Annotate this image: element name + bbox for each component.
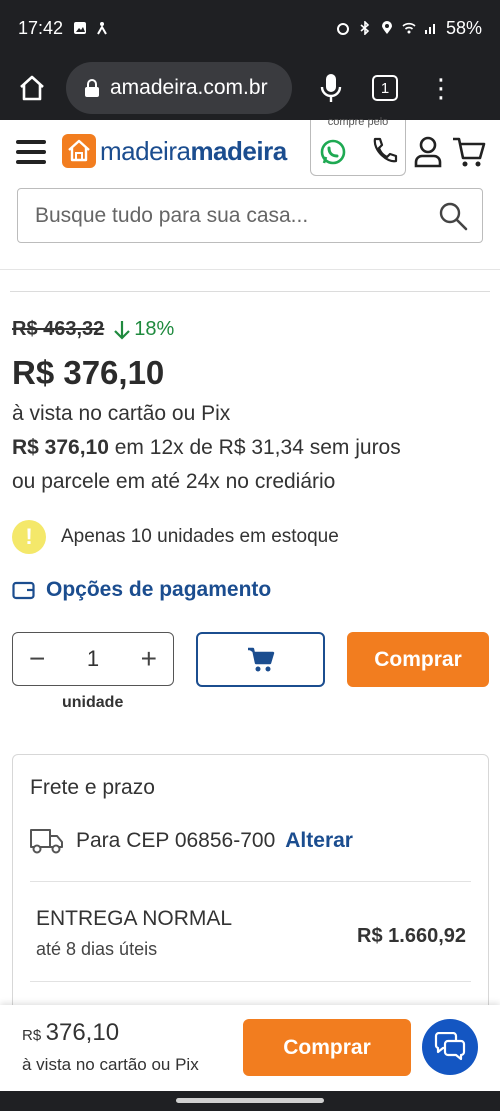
home-gesture-handle[interactable] — [176, 1098, 324, 1103]
stock-warning: ! Apenas 10 unidades em estoque — [12, 520, 339, 554]
divider — [30, 981, 471, 982]
status-time: 17:42 — [18, 17, 64, 38]
credit-note: ou parcele em até 24x no crediário — [12, 470, 336, 493]
sticky-price-value: 376,10 — [45, 1019, 120, 1046]
whatsapp-icon[interactable] — [319, 138, 347, 166]
arrow-down-icon — [114, 320, 131, 340]
battery-level: 58% — [445, 17, 482, 38]
bluetooth-icon — [360, 21, 370, 35]
browser-toolbar: amadeira.com.br 1 ⋮ — [0, 56, 500, 120]
cash-note: à vista no cartão ou Pix — [12, 402, 231, 425]
installment-detail: em 12x de R$ 31,34 sem juros — [108, 436, 401, 459]
compre-label: compre pelo — [327, 116, 389, 128]
shipping-cep-row: Para CEP 06856-700 Alterar — [30, 827, 353, 855]
logo-text-light: madeira — [100, 135, 191, 166]
house-logo-icon — [62, 134, 96, 168]
site-logo[interactable]: madeiramadeira — [62, 134, 287, 168]
accessibility-notification-icon — [97, 22, 107, 35]
quantity-value[interactable]: 1 — [87, 646, 99, 672]
quantity-unit-label: unidade — [62, 694, 124, 711]
tab-switcher-button[interactable]: 1 — [372, 75, 398, 101]
signal-icon — [424, 24, 435, 34]
quantity-stepper: − 1 + — [12, 632, 174, 686]
logo-text-bold: madeira — [190, 135, 287, 166]
payment-options-label: Opções de pagamento — [46, 578, 272, 601]
status-bar: 17:42 58% — [0, 0, 500, 56]
logo-text: madeiramadeira — [100, 136, 287, 167]
shipping-card: Frete e prazo Para CEP 06856-700 Alterar… — [12, 754, 489, 1014]
buy-button[interactable]: Comprar — [347, 632, 489, 687]
location-icon — [381, 21, 392, 34]
sticky-buy-button[interactable]: Comprar — [243, 1019, 411, 1076]
url-text: amadeira.com.br — [110, 76, 268, 99]
change-cep-link[interactable]: Alterar — [285, 829, 353, 853]
gallery-notification-icon — [74, 22, 87, 34]
address-bar[interactable]: amadeira.com.br — [66, 62, 292, 114]
search-icon[interactable] — [438, 201, 468, 231]
warning-icon: ! — [12, 520, 46, 554]
shipping-title: Frete e prazo — [30, 776, 155, 799]
divider — [30, 881, 471, 882]
old-price: R$ 463,32 — [12, 318, 105, 340]
installment-info: R$ 376,10 em 12x de R$ 31,34 sem juros — [12, 436, 401, 460]
cart-icon — [247, 647, 274, 671]
phone-icon[interactable] — [369, 136, 399, 166]
divider — [10, 291, 490, 292]
lock-icon — [85, 79, 99, 97]
sticky-price: R$ 376,10 — [22, 1019, 119, 1047]
sticky-price-note: à vista no cartão ou Pix — [22, 1055, 199, 1074]
shipping-option-name: ENTREGA NORMAL — [36, 907, 233, 930]
more-menu-icon[interactable]: ⋮ — [428, 75, 454, 101]
search-input[interactable] — [35, 203, 425, 228]
discount-badge: 18% — [114, 318, 174, 341]
search-box[interactable] — [17, 188, 483, 243]
truck-icon — [30, 829, 63, 854]
stock-text: Apenas 10 unidades em estoque — [61, 526, 339, 547]
menu-icon[interactable] — [16, 140, 46, 164]
home-button[interactable] — [12, 68, 52, 108]
notification-icons — [73, 21, 109, 35]
discount-value: 18% — [134, 318, 175, 340]
payment-options-link[interactable]: Opções de pagamento — [12, 578, 271, 602]
sticky-currency: R$ — [22, 1027, 42, 1044]
contact-box: compre pelo — [310, 116, 406, 176]
site-header: madeiramadeira compre pelo — [0, 116, 500, 270]
system-icons: 58% — [336, 18, 482, 39]
chat-button[interactable] — [422, 1019, 478, 1075]
current-price: R$ 376,10 — [12, 354, 165, 391]
old-price-row: R$ 463,32 18% — [12, 318, 174, 341]
alarm-icon — [336, 23, 349, 35]
tab-count: 1 — [380, 79, 390, 97]
add-to-cart-button[interactable] — [196, 632, 325, 687]
chat-icon — [434, 1032, 466, 1061]
home-icon — [20, 75, 44, 101]
increase-quantity-button[interactable]: + — [141, 645, 157, 673]
shipping-option-price: R$ 1.660,92 — [357, 925, 466, 947]
cart-icon[interactable] — [452, 136, 486, 168]
installment-total: R$ 376,10 — [12, 436, 109, 459]
microphone-icon[interactable] — [320, 73, 342, 103]
cep-text: Para CEP 06856-700 — [76, 829, 276, 852]
wallet-icon — [12, 581, 35, 600]
wifi-icon — [402, 22, 416, 34]
sticky-buy-bar: R$ 376,10 à vista no cartão ou Pix Compr… — [0, 1005, 500, 1091]
shipping-option-days: até 8 dias úteis — [36, 939, 158, 959]
decrease-quantity-button[interactable]: − — [29, 645, 45, 673]
user-icon[interactable] — [414, 136, 442, 168]
